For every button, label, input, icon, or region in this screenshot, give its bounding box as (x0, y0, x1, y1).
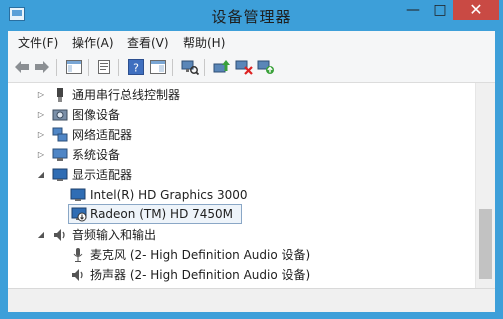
vertical-scrollbar[interactable] (475, 83, 495, 288)
status-bar (8, 288, 495, 312)
camera-icon (52, 107, 68, 123)
collapsed-arrow-icon[interactable]: ▷ (36, 105, 46, 125)
tree-row-display-adapters[interactable]: ◢ 显示适配器 (8, 165, 468, 185)
tree-row-label: 系统设备 (72, 148, 121, 162)
usb-controller-icon (52, 87, 68, 103)
maximize-button[interactable]: □ (427, 0, 453, 20)
forward-arrow-icon[interactable] (32, 57, 52, 77)
tree-row-label: 显示适配器 (72, 168, 133, 182)
tree-row-label: 通用串行总线控制器 (72, 88, 181, 102)
menu-help[interactable]: 帮助(H) (183, 34, 225, 51)
collapsed-arrow-icon[interactable]: ▷ (36, 145, 46, 165)
tree-row-label: 音频输入和输出 (72, 228, 157, 242)
toolbar-separator (118, 59, 119, 76)
tree-row-label: 图像设备 (72, 108, 121, 122)
svg-text:?: ? (133, 62, 139, 75)
tree-row-network-adapters[interactable]: ▷ 网络适配器 (8, 125, 468, 145)
speaker-icon (52, 227, 68, 243)
properties-icon[interactable] (94, 57, 114, 77)
tree-row-label: 麦克风 (2- High Definition Audio 设备) (90, 248, 311, 262)
minimize-button[interactable]: — (400, 0, 426, 20)
menu-bar: 文件(F) 操作(A) 查看(V) 帮助(H) (8, 31, 495, 54)
toolbar: ? (8, 53, 495, 83)
scrollbar-thumb[interactable] (479, 209, 492, 279)
tree-row-imaging-devices[interactable]: ▷ 图像设备 (8, 105, 468, 125)
tree-row-label: 网络适配器 (72, 128, 133, 142)
device-tree[interactable]: ▷ 通用串行总线控制器 ▷ 图像设备 ▷ 网络适配器 ▷ 系统设备 ◢ 显示适配… (8, 83, 475, 288)
toolbar-separator (88, 59, 89, 76)
tree-row-audio-inputs-outputs[interactable]: ◢ 音频输入和输出 (8, 225, 468, 245)
show-hide-console-tree-icon[interactable] (64, 57, 84, 77)
tree-row-usb-controllers[interactable]: ▷ 通用串行总线控制器 (8, 85, 468, 105)
tree-row-system-devices[interactable]: ▷ 系统设备 (8, 145, 468, 165)
toolbar-separator (56, 59, 57, 76)
collapsed-arrow-icon[interactable]: ▷ (36, 85, 46, 105)
tree-row-radeon-selected[interactable]: Radeon (TM) HD 7450M (68, 204, 242, 224)
close-button[interactable]: ✕ (453, 0, 499, 20)
menu-action[interactable]: 操作(A) (72, 34, 114, 51)
enable-device-icon[interactable] (256, 57, 276, 77)
expanded-arrow-icon[interactable]: ◢ (36, 165, 46, 185)
tree-row-intel-graphics[interactable]: Intel(R) HD Graphics 3000 (8, 185, 468, 205)
scan-hardware-changes-icon[interactable] (180, 57, 200, 77)
tree-row-speaker[interactable]: 扬声器 (2- High Definition Audio 设备) (8, 265, 468, 285)
collapsed-arrow-icon[interactable]: ▷ (36, 125, 46, 145)
tree-row-label: Radeon (TM) HD 7450M (90, 207, 234, 221)
device-manager-window: 设备管理器 — □ ✕ 文件(F) 操作(A) 查看(V) 帮助(H) ? ▷ … (0, 0, 503, 319)
tree-row-label: 扬声器 (2- High Definition Audio 设备) (90, 268, 311, 282)
back-arrow-icon[interactable] (12, 57, 32, 77)
tree-row-label: Intel(R) HD Graphics 3000 (90, 188, 248, 202)
speaker-device-icon (70, 267, 86, 283)
microphone-icon (70, 247, 86, 263)
title-bar[interactable]: 设备管理器 — □ ✕ (0, 0, 503, 31)
help-icon[interactable]: ? (126, 57, 146, 77)
toolbar-separator (204, 59, 205, 76)
update-driver-icon[interactable] (212, 57, 232, 77)
menu-file[interactable]: 文件(F) (18, 34, 58, 51)
action-pane-icon[interactable] (148, 57, 168, 77)
uninstall-device-icon[interactable] (234, 57, 254, 77)
toolbar-separator (172, 59, 173, 76)
monitor-icon (70, 187, 86, 203)
tree-row-microphone[interactable]: 麦克风 (2- High Definition Audio 设备) (8, 245, 468, 265)
network-adapter-icon (52, 127, 68, 143)
system-device-icon (52, 147, 68, 163)
expanded-arrow-icon[interactable]: ◢ (36, 225, 46, 245)
display-adapter-icon (52, 167, 68, 183)
menu-view[interactable]: 查看(V) (127, 34, 169, 51)
monitor-disabled-icon (71, 206, 87, 222)
